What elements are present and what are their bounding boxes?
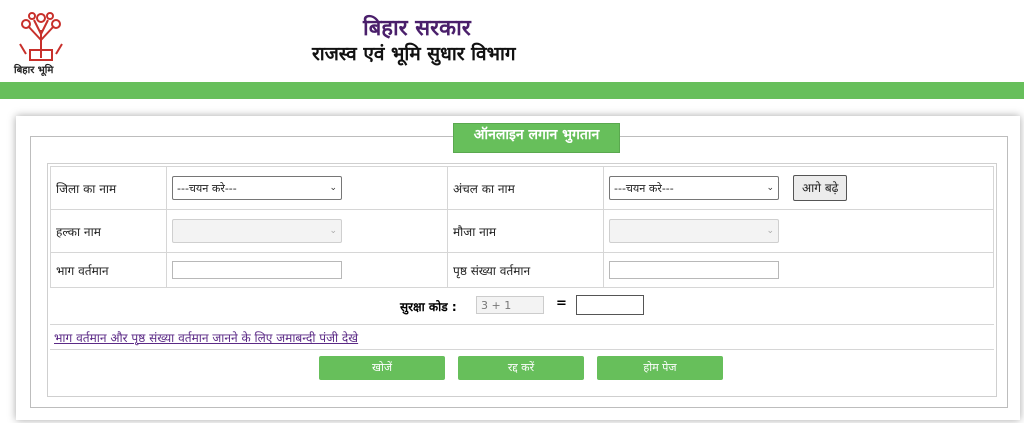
chevron-down-icon: ⌄ — [766, 226, 774, 236]
site-header: बिहार भूमि बिहार सरकार राजस्व एवं भूमि स… — [0, 0, 1024, 82]
logo-text: बिहार भूमि — [14, 65, 54, 76]
form-fieldset: ऑनलाइन लगान भुगतान जिला का नाम ---चयन कर… — [30, 123, 1008, 408]
department-subtitle: राजस्व एवं भूमि सुधार विभाग — [312, 43, 516, 65]
page-title: बिहार सरकार — [363, 15, 471, 41]
chevron-down-icon: ⌄ — [766, 183, 774, 193]
form-legend: ऑनलाइन लगान भुगतान — [453, 123, 620, 153]
chevron-down-icon: ⌄ — [329, 226, 337, 236]
page-number-label: पृष्ठ संख्या वर्तमान — [447, 252, 604, 288]
jamabandi-link[interactable]: भाग वर्तमान और पृष्ठ संख्या वर्तमान जानन… — [54, 329, 358, 346]
district-label: जिला का नाम — [50, 166, 167, 210]
captcha-row: सुरक्षा कोड : 3 + 1 = — [50, 290, 994, 325]
link-row: भाग वर्तमान और पृष्ठ संख्या वर्तमान जानन… — [50, 325, 994, 350]
search-button[interactable]: खोजें — [319, 356, 445, 380]
district-select-value: ---चयन करे--- — [177, 181, 237, 195]
mauja-label: मौजा नाम — [447, 209, 604, 253]
captcha-label: सुरक्षा कोड : — [400, 300, 457, 314]
bhag-label: भाग वर्तमान — [50, 252, 167, 288]
action-buttons: खोजें रद्द करें होम पेज — [50, 350, 994, 394]
next-button[interactable]: आगे बढ़े — [793, 175, 848, 201]
form-inner: जिला का नाम ---चयन करे--- ⌄ अंचल का नाम … — [47, 163, 997, 397]
page-number-input[interactable] — [609, 261, 779, 279]
bhag-input[interactable] — [172, 261, 342, 279]
halka-select[interactable]: ⌄ — [172, 219, 342, 243]
cancel-button[interactable]: रद्द करें — [458, 356, 584, 380]
halka-label: हल्का नाम — [50, 209, 167, 253]
circle-label: अंचल का नाम — [447, 166, 604, 210]
circle-select[interactable]: ---चयन करे--- ⌄ — [609, 176, 779, 200]
mauja-select[interactable]: ⌄ — [609, 219, 779, 243]
form-table: जिला का नाम ---चयन करे--- ⌄ अंचल का नाम … — [50, 166, 994, 288]
equals-sign: = — [556, 296, 567, 311]
green-divider-bar — [0, 82, 1024, 99]
chevron-down-icon: ⌄ — [329, 183, 337, 193]
home-page-button[interactable]: होम पेज — [597, 356, 723, 380]
captcha-answer-input[interactable] — [576, 295, 644, 315]
district-select[interactable]: ---चयन करे--- ⌄ — [172, 176, 342, 200]
circle-select-value: ---चयन करे--- — [614, 181, 674, 195]
captcha-question: 3 + 1 — [476, 296, 544, 314]
form-panel: ऑनलाइन लगान भुगतान जिला का नाम ---चयन कर… — [16, 116, 1020, 420]
